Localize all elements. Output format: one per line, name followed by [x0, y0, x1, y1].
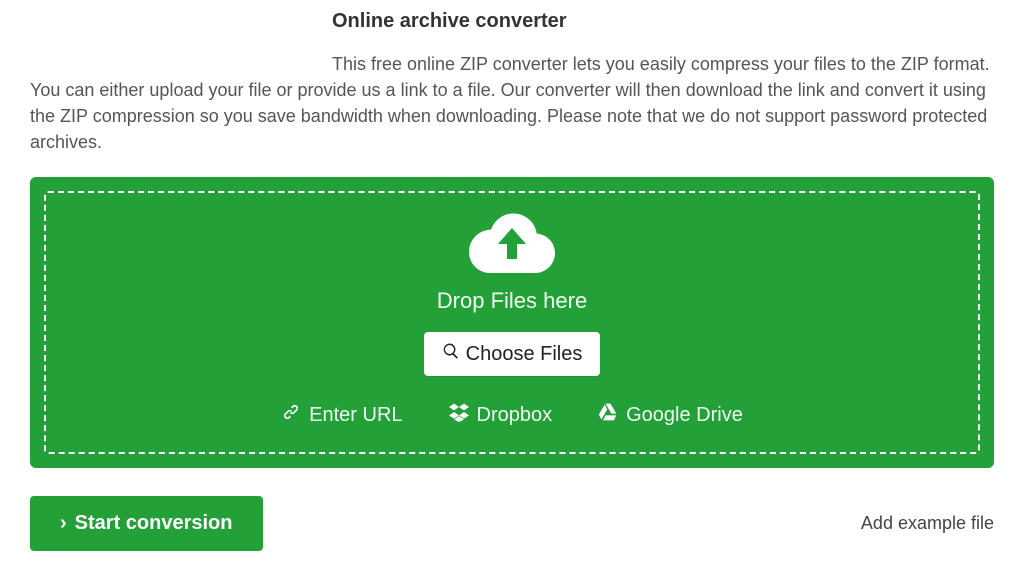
choose-files-label: Choose Files: [466, 343, 583, 366]
start-conversion-button[interactable]: › Start conversion: [30, 496, 263, 551]
dropbox-icon: [449, 402, 469, 428]
start-conversion-label: Start conversion: [75, 512, 233, 535]
dropzone-container: Drop Files here Choose Files Enter URL: [30, 177, 994, 468]
google-drive-label: Google Drive: [626, 404, 743, 427]
google-drive-button[interactable]: Google Drive: [598, 402, 743, 428]
link-icon: [281, 402, 301, 428]
add-example-file-link[interactable]: Add example file: [861, 513, 994, 534]
alt-sources-row: Enter URL Dropbox Google Drive: [56, 402, 968, 428]
description-text: This free online ZIP converter lets you …: [30, 51, 994, 155]
drop-files-label: Drop Files here: [56, 288, 968, 314]
choose-files-button[interactable]: Choose Files: [424, 332, 601, 376]
file-dropzone[interactable]: Drop Files here Choose Files Enter URL: [44, 191, 980, 454]
enter-url-label: Enter URL: [309, 404, 402, 427]
dropbox-label: Dropbox: [477, 404, 553, 427]
enter-url-button[interactable]: Enter URL: [281, 402, 402, 428]
magnifier-icon: [442, 342, 460, 366]
cloud-upload-icon: [469, 211, 555, 278]
page-title: Online archive converter: [332, 10, 994, 33]
chevron-right-icon: ›: [60, 512, 67, 535]
google-drive-icon: [598, 402, 618, 428]
footer-row: › Start conversion Add example file: [30, 496, 994, 551]
dropbox-button[interactable]: Dropbox: [449, 402, 553, 428]
